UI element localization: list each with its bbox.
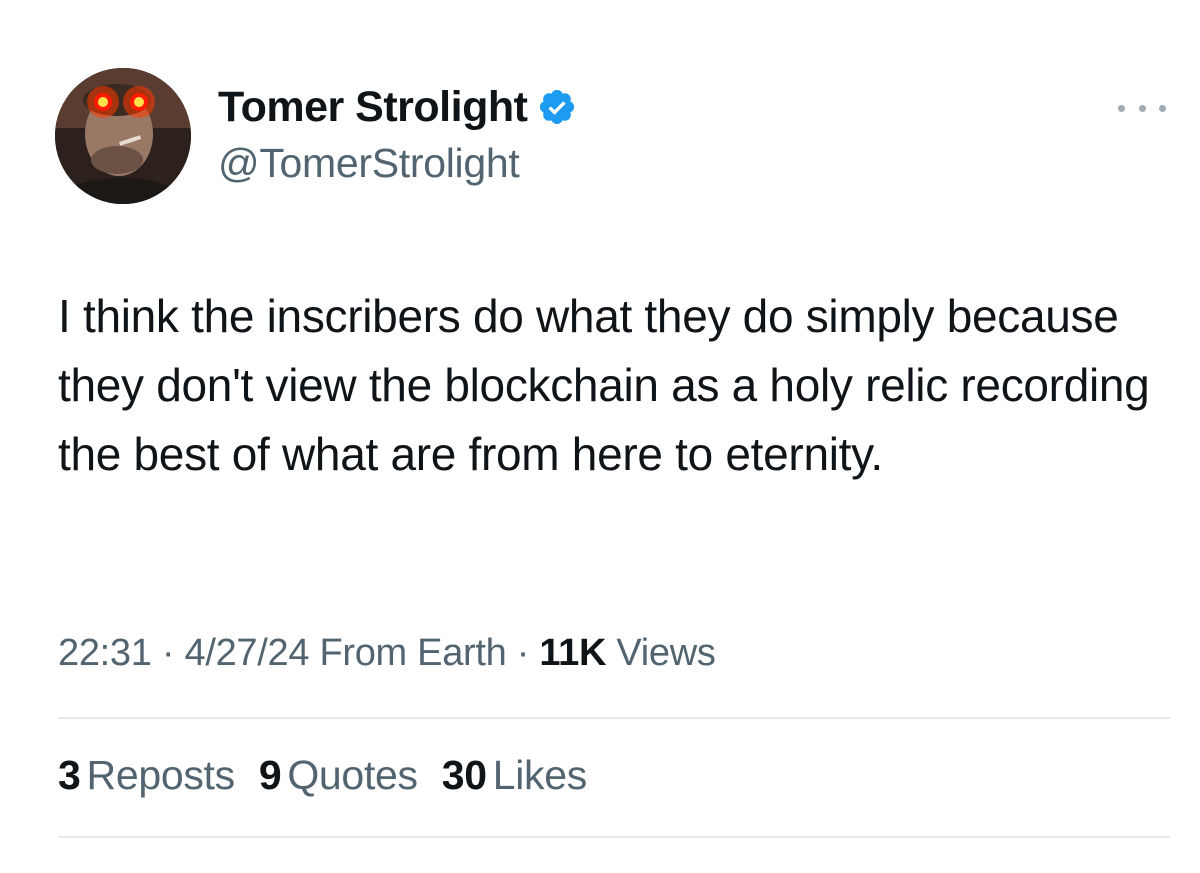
tweet-meta: 22:31 · 4/27/24 From Earth · 11K Views <box>58 632 716 675</box>
meta-separator: · <box>161 632 175 674</box>
quotes-link[interactable]: 9 Quotes <box>259 752 418 799</box>
avatar-laser-eyes <box>55 68 191 204</box>
views-label: Views <box>616 632 716 674</box>
tweet-location: From Earth <box>319 632 507 674</box>
meta-separator: · <box>516 632 530 674</box>
more-options-icon[interactable] <box>1118 96 1166 120</box>
tweet-text: I think the inscribers do what they do s… <box>58 290 1150 480</box>
quotes-label: Quotes <box>287 752 418 798</box>
verified-badge-icon[interactable] <box>537 87 577 127</box>
views-count: 11K <box>539 632 607 674</box>
likes-link[interactable]: 30 Likes <box>441 752 588 799</box>
dot <box>1138 104 1146 112</box>
divider <box>58 836 1170 838</box>
tweet-card: Tomer Strolight @TomerStrolight I think … <box>0 0 1200 873</box>
reposts-label: Reposts <box>86 752 236 798</box>
display-name[interactable]: Tomer Strolight <box>218 83 528 132</box>
quotes-count: 9 <box>258 752 282 798</box>
name-row: Tomer Strolight <box>218 82 577 132</box>
dot <box>1118 104 1125 112</box>
avatar[interactable] <box>55 68 191 204</box>
tweet-date[interactable]: 4/27/24 <box>184 632 309 674</box>
likes-count: 30 <box>441 752 487 798</box>
handle[interactable]: @TomerStrolight <box>218 140 577 187</box>
dot <box>1159 104 1166 112</box>
engagement-stats: 3 Reposts 9 Quotes 30 Likes <box>58 752 587 799</box>
tweet-time[interactable]: 22:31 <box>58 632 152 674</box>
author-block: Tomer Strolight @TomerStrolight <box>218 82 577 187</box>
reposts-link[interactable]: 3 Reposts <box>58 752 235 799</box>
likes-label: Likes <box>492 752 588 798</box>
divider <box>58 717 1170 719</box>
reposts-count: 3 <box>58 752 81 798</box>
